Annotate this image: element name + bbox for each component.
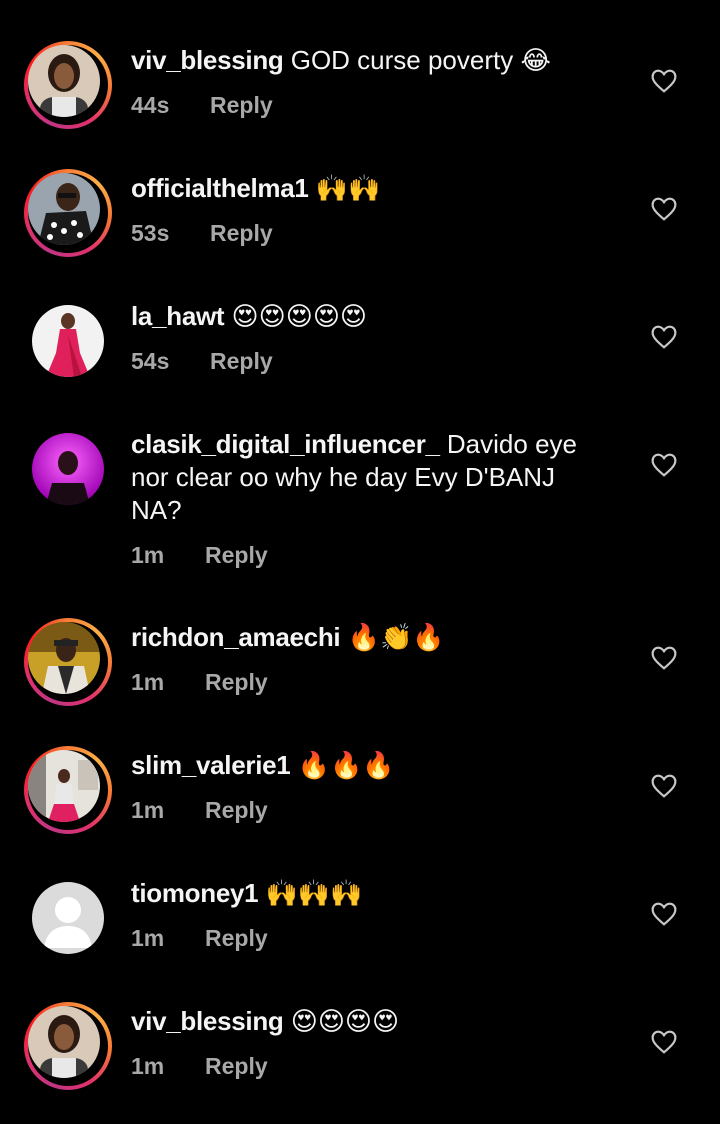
- comment-username[interactable]: officialthelma1: [131, 173, 309, 203]
- story-ring[interactable]: [24, 746, 112, 834]
- reply-button[interactable]: Reply: [205, 669, 268, 696]
- avatar-container[interactable]: [24, 425, 112, 513]
- avatar[interactable]: [28, 173, 100, 245]
- avatar[interactable]: [32, 305, 104, 377]
- heart-outline-icon[interactable]: [651, 774, 677, 798]
- default-avatar-icon[interactable]: [32, 882, 104, 954]
- comment-timestamp: 53s: [131, 220, 170, 246]
- comment-emoji: 😂: [520, 46, 551, 76]
- comment-username[interactable]: slim_valerie1: [131, 750, 291, 780]
- heart-outline-icon[interactable]: [651, 453, 677, 477]
- comment-timestamp: 1m: [131, 797, 165, 823]
- comment-emoji: 🔥👏🔥: [347, 623, 445, 653]
- comment-username[interactable]: richdon_amaechi: [131, 622, 341, 652]
- comment-timestamp: 1m: [131, 669, 165, 695]
- comment-username[interactable]: clasik_digital_influencer_: [131, 429, 440, 459]
- comment-emoji: 🙌🙌: [315, 174, 381, 204]
- comment-timestamp: 54s: [131, 348, 170, 374]
- avatar[interactable]: [28, 622, 100, 694]
- comment-username[interactable]: tiomoney1: [131, 878, 259, 908]
- heart-outline-icon[interactable]: [651, 325, 677, 349]
- comment-timestamp: 1m: [131, 925, 165, 951]
- heart-outline-icon[interactable]: [651, 902, 677, 926]
- story-ring[interactable]: [24, 618, 112, 706]
- heart-outline-icon[interactable]: [651, 646, 677, 670]
- comment-username[interactable]: viv_blessing: [131, 1006, 284, 1036]
- reply-button[interactable]: Reply: [210, 348, 273, 375]
- story-ring[interactable]: [24, 169, 112, 257]
- reply-button[interactable]: Reply: [210, 92, 273, 119]
- comment-username[interactable]: la_hawt: [131, 301, 225, 331]
- avatar-container[interactable]: [24, 874, 112, 962]
- heart-outline-icon[interactable]: [651, 197, 677, 221]
- story-ring[interactable]: [24, 1002, 112, 1090]
- comment-emoji: 🙌🙌🙌: [265, 879, 363, 909]
- heart-outline-icon[interactable]: [651, 1030, 677, 1054]
- avatar[interactable]: [28, 750, 100, 822]
- story-ring[interactable]: [24, 41, 112, 129]
- heart-outline-icon[interactable]: [651, 69, 677, 93]
- reply-button[interactable]: Reply: [210, 220, 273, 247]
- comment-emoji: 🔥🔥🔥: [297, 751, 395, 781]
- comment-emoji: 😍😍😍😍😍: [231, 302, 368, 332]
- comment-timestamp: 1m: [131, 542, 165, 568]
- avatar[interactable]: [32, 433, 104, 505]
- reply-button[interactable]: Reply: [205, 925, 268, 952]
- reply-button[interactable]: Reply: [205, 1053, 268, 1080]
- comment-emoji: 😍😍😍😍: [290, 1007, 400, 1037]
- comment-text: GOD curse poverty: [290, 45, 514, 75]
- avatar-container[interactable]: [24, 297, 112, 385]
- comment-timestamp: 44s: [131, 92, 170, 118]
- avatar[interactable]: [28, 1006, 100, 1078]
- comment-username[interactable]: viv_blessing: [131, 45, 284, 75]
- reply-button[interactable]: Reply: [205, 797, 268, 824]
- reply-button[interactable]: Reply: [205, 542, 268, 569]
- avatar[interactable]: [28, 45, 100, 117]
- comment-timestamp: 1m: [131, 1053, 165, 1079]
